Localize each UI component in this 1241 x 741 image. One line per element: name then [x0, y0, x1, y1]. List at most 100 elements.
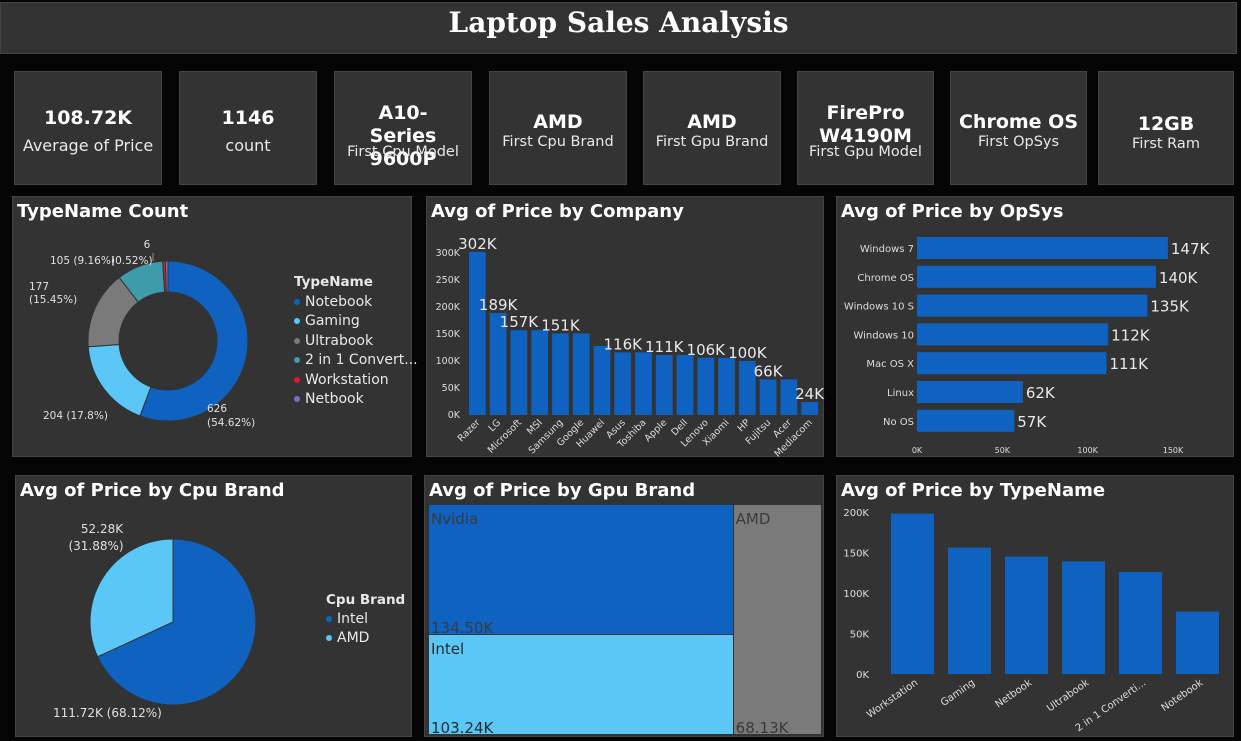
legend-item[interactable]: AMD	[326, 629, 405, 649]
bar[interactable]	[917, 323, 1109, 346]
title-bar: Laptop Sales Analysis	[0, 2, 1237, 54]
treemap-cell[interactable]: Nvidia 134.50K	[429, 505, 734, 637]
x-tick-label: 0K	[912, 446, 923, 455]
x-tick-label: Apple	[642, 417, 669, 444]
legend-label: AMD	[337, 630, 370, 647]
y-tick-label: 50K	[850, 630, 870, 641]
bar[interactable]	[759, 379, 777, 415]
legend-label: Netbook	[305, 391, 364, 408]
price-by-opsys-panel[interactable]: Avg of Price by OpSys Windows 7 147K Chrom…	[836, 196, 1234, 457]
bar[interactable]	[891, 513, 934, 674]
bar[interactable]	[552, 333, 569, 415]
kpi-card-count[interactable]: 1146 count	[179, 71, 317, 185]
kpi-label: First Gpu Model	[809, 144, 922, 160]
legend-item[interactable]: Intel	[326, 609, 405, 629]
kpi-value: 1146	[221, 107, 275, 129]
bar[interactable]	[593, 345, 611, 415]
price-by-typename-panel[interactable]: Avg of Price by TypeName 0K 50K 100K 150K 20…	[836, 475, 1234, 737]
bar[interactable]	[917, 352, 1107, 375]
bar[interactable]	[510, 330, 528, 415]
price-by-opsys-chart[interactable]: Windows 7 147K Chrome OS 140K Windows 10 S 13…	[837, 197, 1235, 458]
legend-label: Gaming	[305, 313, 360, 330]
kpi-card-first-ram[interactable]: 12GB First Ram	[1098, 71, 1234, 185]
donut-data-label: 105 (9.16%)	[50, 255, 115, 267]
x-tick-label: 150K	[1163, 446, 1184, 455]
kpi-card-average-price[interactable]: 108.72K Average of Price	[14, 71, 162, 185]
x-tick-label: Ultrabook	[1045, 677, 1091, 714]
donut-slice[interactable]	[164, 260, 169, 293]
donut-data-label: (0.52%)	[111, 255, 153, 267]
bar[interactable]	[1005, 556, 1048, 674]
kpi-label: First OpSys	[977, 134, 1060, 150]
bar[interactable]	[635, 352, 652, 415]
bar[interactable]	[917, 265, 1156, 288]
pie-data-label: (31.88%)	[68, 539, 123, 553]
bar[interactable]	[801, 402, 818, 415]
legend-dot-icon	[294, 298, 300, 305]
bar-data-label: 62K	[1026, 384, 1056, 402]
price-by-typename-chart[interactable]: 0K 50K 100K 150K 200K Workstation Gaming Netboo…	[837, 476, 1235, 738]
price-by-company-panel[interactable]: Avg of Price by Company 0K 50K 100K 150K 200…	[426, 196, 825, 458]
treemap-cell-value: 68.13K	[735, 719, 789, 737]
kpi-value: FirePro W4190M	[819, 102, 912, 147]
legend-item[interactable]: Workstation	[294, 370, 418, 390]
bar[interactable]	[572, 333, 590, 415]
kpi-value: 12GB	[1137, 113, 1195, 135]
treemap-cell-name: Nvidia	[431, 510, 479, 528]
bar[interactable]	[948, 547, 991, 674]
bar[interactable]	[676, 355, 694, 415]
bar[interactable]	[469, 251, 486, 415]
legend-dot-icon	[294, 396, 300, 403]
legend-label: Notebook	[305, 293, 373, 310]
legend-dot-icon	[294, 376, 300, 383]
treemap-cell[interactable]: Intel 103.24K	[429, 634, 734, 737]
bar-data-label: 100K	[728, 344, 768, 362]
legend-item[interactable]: 2 in 1 Convert...	[294, 351, 418, 371]
legend-item[interactable]: Gaming	[294, 312, 418, 332]
kpi-value: Chrome OS	[958, 111, 1079, 133]
y-tick-label: 0K	[448, 410, 461, 421]
kpi-card-first-gpu-brand[interactable]: AMD First Gpu Brand	[643, 71, 781, 185]
bar[interactable]	[614, 352, 632, 415]
panel-title: Avg of Price by Gpu Brand	[429, 480, 696, 501]
kpi-value: A10-Series 9600P	[369, 102, 437, 170]
bar[interactable]	[1176, 611, 1219, 674]
y-tick-label: 200K	[843, 508, 869, 519]
bar[interactable]	[1119, 571, 1162, 674]
y-tick-label: 200K	[436, 302, 461, 313]
kpi-card-first-opsys[interactable]: Chrome OS First OpSys	[950, 71, 1087, 185]
kpi-label: First Cpu Brand	[502, 134, 614, 150]
donut-data-label: (54.62%)	[207, 417, 255, 429]
kpi-label: First Gpu Brand	[655, 134, 769, 150]
bar-data-label: 57K	[1017, 413, 1047, 431]
bar[interactable]	[1062, 561, 1105, 674]
bar[interactable]	[718, 357, 735, 415]
legend-item[interactable]: Netbook	[294, 390, 418, 410]
donut-slice[interactable]	[87, 344, 152, 417]
bar[interactable]	[917, 409, 1015, 432]
bar[interactable]	[917, 237, 1168, 259]
y-tick-label: 0K	[856, 670, 869, 681]
price-by-gpu-brand-panel[interactable]: Avg of Price by Gpu Brand Nvidia 134.50K I…	[424, 475, 824, 737]
legend-item[interactable]: Ultrabook	[294, 331, 418, 351]
bar-data-label: 151K	[541, 316, 581, 334]
y-tick-label: Linux	[887, 388, 914, 399]
y-tick-label: 100K	[843, 589, 869, 600]
bar[interactable]	[531, 330, 549, 415]
bar[interactable]	[917, 294, 1148, 317]
kpi-card-first-gpu-model[interactable]: FirePro W4190M First Gpu Model	[797, 71, 934, 185]
kpi-card-first-cpu-model[interactable]: A10-Series 9600P First Cpu Model	[334, 71, 472, 185]
gpu-treemap[interactable]: Nvidia 134.50K Intel 103.24K AMD 68.13K	[429, 505, 821, 737]
bar[interactable]	[917, 381, 1023, 403]
x-tick-label: Razer	[456, 417, 483, 444]
legend-item[interactable]: Notebook	[294, 292, 418, 312]
bar-data-label: 147K	[1171, 240, 1211, 258]
typename-count-panel[interactable]: TypeName Count 626 (54.62%) 204 (17.8%) 177…	[12, 196, 418, 457]
kpi-card-first-cpu-brand[interactable]: AMD First Cpu Brand	[489, 71, 627, 185]
price-by-company-chart[interactable]: 0K50K100K150K200K250K300K302KRazer189KLG…	[427, 197, 825, 458]
bar[interactable]	[697, 357, 715, 415]
treemap-cell[interactable]: AMD 68.13K	[733, 505, 821, 737]
bar[interactable]	[655, 355, 673, 415]
treemap-cell-name: Intel	[431, 639, 465, 658]
price-by-cpu-brand-panel[interactable]: Avg of Price by Cpu Brand 52.28K (31.88%)…	[15, 475, 412, 737]
